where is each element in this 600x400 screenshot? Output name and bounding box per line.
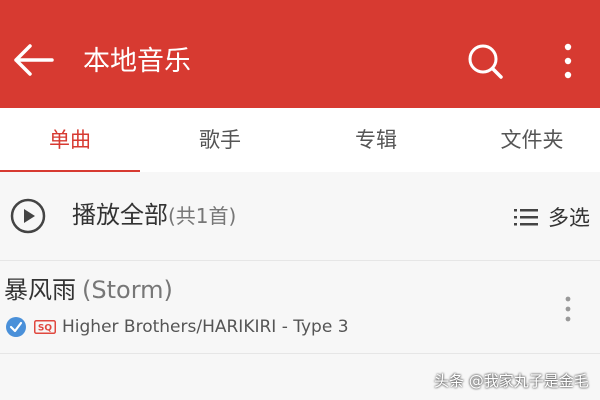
- song-count: (共1首): [168, 204, 237, 228]
- play-all-label[interactable]: 播放全部(共1首): [72, 199, 236, 232]
- check-circle-icon: [6, 317, 26, 337]
- multi-select-label: 多选: [548, 206, 590, 230]
- list-item[interactable]: 暴风雨 (Storm) SQ Higher Brothers/HARIKIRI -…: [0, 261, 600, 354]
- more-vertical-icon[interactable]: [560, 295, 576, 323]
- play-all-row[interactable]: 播放全部(共1首) 多选: [0, 172, 600, 261]
- back-arrow-icon[interactable]: [12, 44, 54, 76]
- page-title: 本地音乐: [83, 46, 191, 77]
- sq-badge-icon: SQ: [34, 320, 56, 334]
- status-bar: [0, 0, 600, 12]
- song-subtitle: (Storm): [82, 276, 173, 304]
- tab-folders[interactable]: 文件夹: [457, 108, 600, 172]
- song-meta: SQ Higher Brothers/HARIKIRI - Type 3: [6, 316, 349, 338]
- song-artist-album: Higher Brothers/HARIKIRI - Type 3: [62, 317, 349, 337]
- app-bar: 本地音乐: [0, 12, 600, 108]
- song-name: 暴风雨: [4, 276, 76, 304]
- watermark: 头条 @我家丸子是金毛: [434, 372, 589, 390]
- search-icon[interactable]: [466, 42, 504, 80]
- play-all-text: 播放全部: [72, 201, 168, 229]
- play-circle-icon[interactable]: [10, 198, 46, 234]
- tab-bar: 单曲 歌手 专辑 文件夹: [0, 108, 600, 173]
- song-title: 暴风雨 (Storm): [4, 275, 173, 305]
- multi-select-button[interactable]: 多选: [514, 202, 590, 232]
- tab-artists[interactable]: 歌手: [145, 108, 295, 172]
- tab-songs[interactable]: 单曲: [0, 108, 145, 172]
- tab-albums[interactable]: 专辑: [301, 108, 451, 172]
- sq-badge-text: SQ: [38, 324, 52, 334]
- list-icon: [514, 209, 538, 226]
- more-vertical-icon[interactable]: [556, 42, 580, 80]
